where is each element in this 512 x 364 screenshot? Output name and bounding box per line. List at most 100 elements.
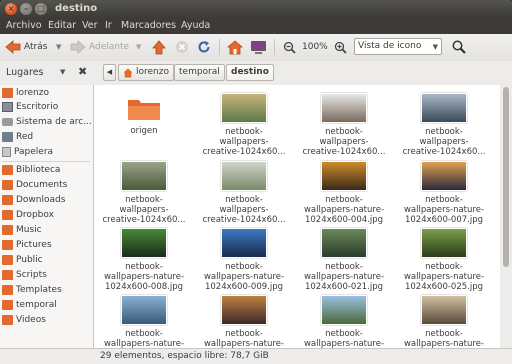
file-item[interactable]: netbook- wallpapers-nature- 1024x600-025…: [394, 228, 494, 292]
maximize-window-button[interactable]: □: [35, 3, 47, 15]
file-item[interactable]: netbook- wallpapers-nature- 1024x600-0..…: [294, 295, 394, 348]
back-button[interactable]: Atrás: [5, 39, 47, 55]
image-thumbnail: [221, 93, 267, 123]
menu-bar: Archivo Editar Ver Ir Marcadores Ayuda: [0, 18, 512, 34]
file-item[interactable]: netbook- wallpapers- creative-1024x60...: [294, 93, 394, 157]
file-item[interactable]: netbook- wallpapers-nature- 1024x600-004…: [294, 161, 394, 225]
sidebar-item-network[interactable]: Red: [2, 130, 92, 144]
image-thumbnail: [421, 295, 467, 325]
crumb-back-button[interactable]: ◀: [103, 64, 116, 81]
zoom-out-button[interactable]: [283, 39, 296, 55]
sidebar-item-label: Papelera: [14, 147, 54, 157]
up-button[interactable]: [152, 39, 166, 55]
crumb-destino[interactable]: destino: [226, 64, 274, 81]
scrollbar-thumb[interactable]: [503, 87, 509, 267]
menu-archivo[interactable]: Archivo: [6, 20, 42, 31]
file-name: netbook- wallpapers-nature- 1024x600-0..…: [203, 329, 285, 348]
zoom-in-button[interactable]: [334, 39, 347, 55]
file-item[interactable]: netbook- wallpapers-nature- 1024x600-0..…: [194, 295, 294, 348]
sidebar-item-scripts[interactable]: Scripts: [2, 268, 92, 282]
file-item[interactable]: netbook- wallpapers-nature- 1024x600-0..…: [94, 295, 194, 348]
crumb-temporal[interactable]: temporal: [174, 64, 225, 81]
zoom-level[interactable]: 100%: [302, 39, 328, 55]
vertical-scrollbar[interactable]: [500, 85, 512, 348]
file-name: netbook- wallpapers-nature- 1024x600-025…: [403, 262, 485, 292]
file-item[interactable]: netbook- wallpapers- creative-1024x60...: [194, 93, 294, 157]
computer-icon: [251, 40, 266, 54]
file-item[interactable]: netbook- wallpapers-nature- 1024x600-0..…: [394, 295, 494, 348]
forward-history-dropdown[interactable]: ▼: [136, 39, 141, 55]
view-mode-select[interactable]: Vista de icono ▼: [354, 38, 442, 55]
image-thumbnail: [121, 161, 167, 191]
image-thumbnail: [121, 228, 167, 258]
search-button[interactable]: [452, 39, 466, 55]
menu-marcadores[interactable]: Marcadores: [121, 20, 176, 31]
file-item[interactable]: netbook- wallpapers-nature- 1024x600-007…: [394, 161, 494, 225]
image-thumbnail: [221, 161, 267, 191]
file-item[interactable]: netbook- wallpapers- creative-1024x60...: [194, 161, 294, 225]
menu-ir[interactable]: Ir: [105, 20, 112, 31]
computer-button[interactable]: [250, 39, 267, 55]
file-item[interactable]: netbook- wallpapers- creative-1024x60...: [94, 161, 194, 225]
file-name: netbook- wallpapers-nature- 1024x600-021…: [303, 262, 385, 292]
sidebar-item-public[interactable]: Public: [2, 253, 92, 267]
chevron-down-icon: ▼: [432, 43, 438, 51]
sidebar-item-music[interactable]: Music: [2, 223, 92, 237]
sidebar-item-label: temporal: [16, 300, 57, 310]
side-pane-dropdown[interactable]: ▼: [60, 68, 65, 76]
sidebar-item-pictures[interactable]: Pictures: [2, 238, 92, 252]
sidebar-item-downloads[interactable]: Downloads: [2, 193, 92, 207]
back-label: Atrás: [24, 42, 48, 52]
file-name: netbook- wallpapers-nature- 1024x600-0..…: [103, 329, 185, 348]
image-thumbnail: [221, 228, 267, 258]
sidebar-item-biblioteca[interactable]: Biblioteca: [2, 163, 92, 177]
icon-view[interactable]: origen netbook- wallpapers- creative-1024…: [94, 85, 500, 348]
crumb-lorenzo[interactable]: lorenzo: [118, 64, 174, 81]
toolbar: Atrás ▼ Adelante ▼ 100% Vista de icono ▼: [0, 34, 512, 62]
sidebar-item-trash[interactable]: Papelera: [2, 145, 92, 159]
stop-button[interactable]: [175, 39, 189, 55]
menu-ver[interactable]: Ver: [82, 20, 98, 31]
sidebar-item-dropbox[interactable]: Dropbox: [2, 208, 92, 222]
toolbar-separator: [219, 39, 220, 55]
file-item[interactable]: netbook- wallpapers- creative-1024x60...: [394, 93, 494, 157]
file-name: netbook- wallpapers- creative-1024x60...: [102, 195, 186, 225]
arrow-up-icon: [152, 39, 166, 54]
image-thumbnail: [321, 228, 367, 258]
forward-button[interactable]: Adelante: [70, 39, 129, 55]
network-icon: [2, 132, 13, 142]
sidebar-item-label: Downloads: [16, 195, 66, 205]
file-item[interactable]: netbook- wallpapers-nature- 1024x600-008…: [94, 228, 194, 292]
file-item[interactable]: netbook- wallpapers-nature- 1024x600-009…: [194, 228, 294, 292]
menu-editar[interactable]: Editar: [48, 20, 76, 31]
reload-button[interactable]: [197, 39, 211, 55]
home-button[interactable]: [227, 39, 243, 55]
zoom-out-icon: [283, 41, 296, 54]
sidebar-item-templates[interactable]: Templates: [2, 283, 92, 297]
sidebar-divider: [2, 161, 90, 162]
sidebar-item-filesystem[interactable]: Sistema de arc...: [2, 115, 92, 129]
home-icon: [227, 39, 243, 54]
back-history-dropdown[interactable]: ▼: [56, 39, 61, 55]
sidebar-item-temporal[interactable]: temporal: [2, 298, 92, 312]
sidebar: lorenzo Escritorio Sistema de arc... Red…: [0, 85, 94, 348]
menu-ayuda[interactable]: Ayuda: [181, 20, 210, 31]
search-icon: [452, 40, 466, 54]
image-thumbnail: [321, 295, 367, 325]
file-item[interactable]: netbook- wallpapers-nature- 1024x600-021…: [294, 228, 394, 292]
minimize-window-button[interactable]: –: [20, 3, 32, 15]
sidebar-item-videos[interactable]: Videos: [2, 313, 92, 327]
sidebar-item-lorenzo[interactable]: lorenzo: [2, 86, 92, 100]
close-pane-icon[interactable]: ✖: [78, 65, 87, 78]
folder-item[interactable]: origen: [94, 93, 194, 136]
folder-icon: [2, 225, 13, 235]
view-mode-value: Vista de icono: [358, 41, 422, 51]
status-text: 29 elementos, espacio libre: 78,7 GiB: [100, 351, 269, 361]
sidebar-item-escritorio[interactable]: Escritorio: [2, 100, 92, 114]
sidebar-item-label: Music: [16, 225, 42, 235]
side-pane-title[interactable]: Lugares: [6, 67, 44, 78]
sidebar-item-documents[interactable]: Documents: [2, 178, 92, 192]
close-window-button[interactable]: ×: [5, 3, 17, 15]
drive-icon: [2, 118, 13, 126]
location-bar: Lugares ▼ ✖ ◀ lorenzo temporal destino: [0, 61, 512, 85]
